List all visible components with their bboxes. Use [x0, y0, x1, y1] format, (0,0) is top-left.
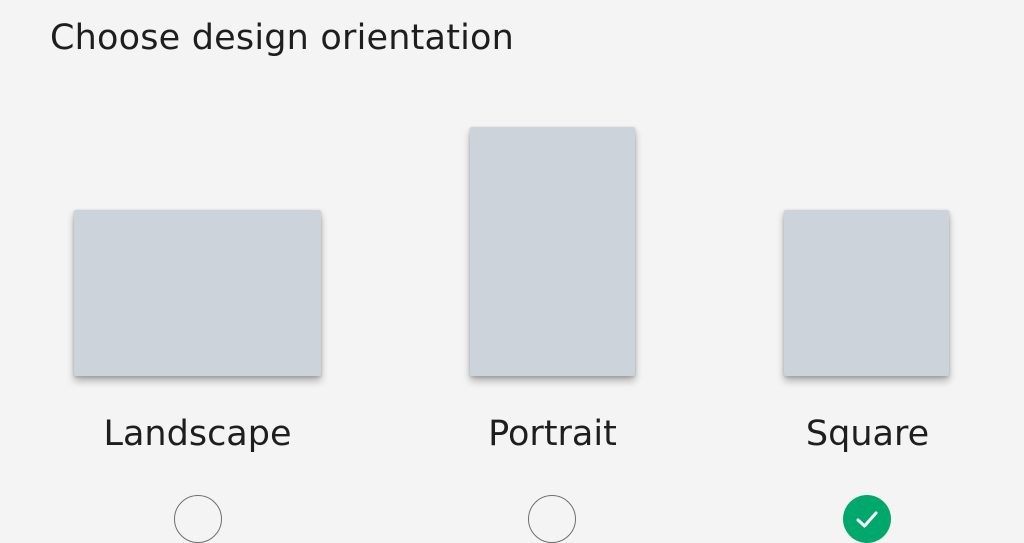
- landscape-label: Landscape: [103, 414, 292, 454]
- square-preview[interactable]: [784, 210, 949, 376]
- check-icon: [856, 511, 878, 528]
- portrait-radio[interactable]: [528, 495, 576, 543]
- orientation-option-portrait[interactable]: Portrait: [400, 0, 705, 543]
- square-radio[interactable]: [843, 495, 891, 543]
- landscape-preview[interactable]: [74, 210, 321, 376]
- portrait-label: Portrait: [488, 414, 617, 454]
- orientation-option-landscape[interactable]: Landscape: [40, 0, 355, 543]
- portrait-preview[interactable]: [470, 127, 635, 376]
- square-label: Square: [805, 414, 930, 454]
- landscape-radio[interactable]: [174, 495, 222, 543]
- orientation-option-square[interactable]: Square: [720, 0, 1015, 543]
